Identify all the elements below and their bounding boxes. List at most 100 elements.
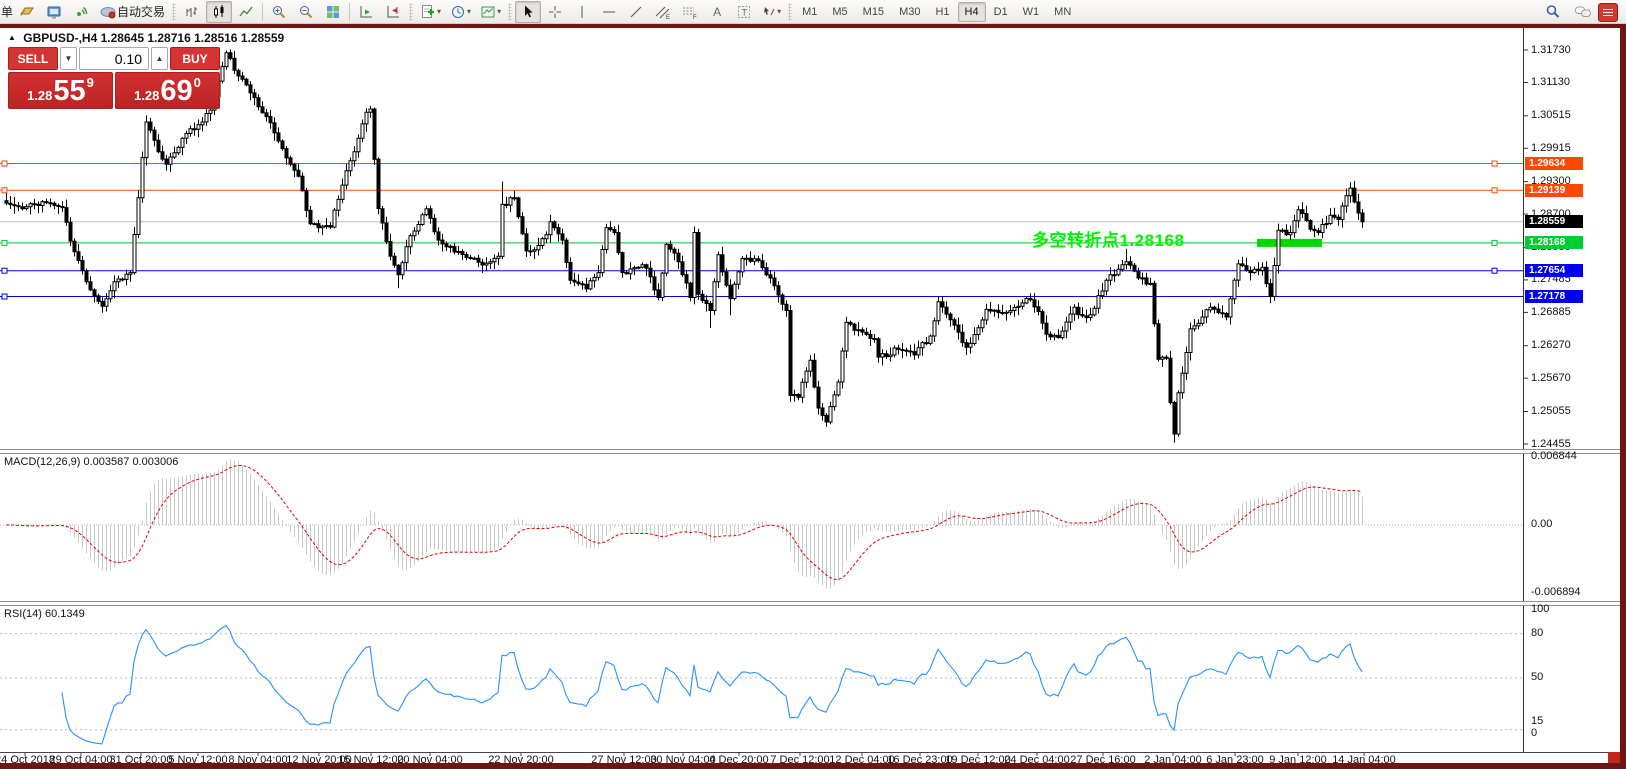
toolbar-separator (262, 3, 263, 21)
timeframe-toolbar: M1M5M15M30H1H4D1W1MN (795, 2, 1078, 22)
timeframe-button-m5[interactable]: M5 (825, 2, 854, 22)
turning-point-highlight-bar[interactable] (1257, 239, 1322, 247)
window-control-button[interactable] (1598, 3, 1618, 22)
chevron-down-icon: ▾ (437, 7, 441, 16)
toolbar-separator (349, 3, 350, 21)
chevron-down-icon: ▾ (497, 7, 501, 16)
chart-canvas[interactable] (0, 28, 1620, 763)
bar-chart-icon[interactable] (179, 1, 205, 23)
chart-window: ▲ GBPUSD-,H4 1.28645 1.28716 1.28516 1.2… (0, 28, 1620, 763)
volume-decrease-button[interactable]: ▼ (60, 47, 77, 70)
arrows-menu-button[interactable]: ▾ (758, 1, 785, 23)
rsi-window-separator[interactable] (0, 601, 1620, 606)
crosshair-tool-icon[interactable] (542, 1, 568, 23)
timeframe-button-m15[interactable]: M15 (856, 2, 891, 22)
toolbar-grip (508, 3, 512, 21)
zoom-out-icon[interactable] (293, 1, 319, 23)
sell-price-display[interactable]: 1.28559 (8, 72, 113, 109)
fibo-sub-label: F (693, 15, 697, 20)
horizontal-line-tool-icon[interactable] (596, 1, 622, 23)
window-frame-bottom (0, 763, 1626, 769)
buy-button[interactable]: BUY (170, 47, 220, 70)
chat-icon[interactable] (1570, 1, 1596, 23)
chevron-down-icon: ▾ (777, 7, 781, 16)
volume-input[interactable]: 0.10 (79, 47, 149, 70)
chart-shift-icon[interactable] (380, 1, 406, 23)
level-handle[interactable] (1492, 268, 1497, 273)
ohlc-high: 1.28716 (147, 31, 190, 45)
auto-trading-label: 自动交易 (117, 3, 165, 20)
main-toolbar: 单 自动交易 ▾ ▾ (0, 0, 1626, 24)
timeframe-button-h4[interactable]: H4 (958, 2, 986, 22)
new-order-icon[interactable] (14, 1, 40, 23)
level-handle[interactable] (1492, 240, 1497, 245)
window-frame-corner[interactable] (1608, 752, 1620, 763)
level-handle[interactable] (2, 240, 7, 245)
order-menu-label[interactable]: 单 (1, 3, 13, 20)
buy-price-int: 1.28 (134, 88, 159, 103)
macd-histogram (7, 459, 1363, 589)
label-tool-letter: T (742, 7, 748, 17)
signal-icon[interactable] (68, 1, 94, 23)
rsi-indicator-label: RSI(14) 60.1349 (4, 608, 85, 620)
sell-price-int: 1.28 (27, 88, 52, 103)
chevron-down-icon: ▾ (467, 7, 471, 16)
channel-sub-label: E (666, 15, 670, 20)
auto-trading-button[interactable]: 自动交易 (95, 1, 169, 23)
turning-point-annotation: 多空转折点1.28168 (1032, 226, 1184, 251)
vertical-line-tool-icon[interactable] (569, 1, 595, 23)
timeframe-button-m30[interactable]: M30 (892, 2, 927, 22)
line-chart-icon[interactable] (233, 1, 259, 23)
volume-increase-button[interactable]: ▲ (151, 47, 168, 70)
text-tool-icon[interactable]: A (704, 1, 730, 23)
level-handle[interactable] (2, 161, 7, 166)
collapse-panel-icon[interactable]: ▲ (8, 33, 16, 42)
periods-menu-button[interactable]: ▾ (446, 1, 475, 23)
macd-window-separator[interactable] (0, 449, 1620, 454)
ohlc-close: 1.28559 (241, 31, 284, 45)
level-handle[interactable] (2, 188, 7, 193)
buy-price-display[interactable]: 1.28690 (115, 72, 220, 109)
one-click-trading-panel: SELL ▼ 0.10 ▲ BUY 1.28559 1.28690 (8, 47, 220, 109)
buy-price-pips: 69 (160, 77, 192, 106)
terminal-icon[interactable] (41, 1, 67, 23)
timeframe-button-h1[interactable]: H1 (928, 2, 956, 22)
auto-scroll-icon[interactable] (353, 1, 379, 23)
label-tool-icon[interactable]: T (731, 1, 757, 23)
candlestick-chart-icon[interactable] (206, 1, 232, 23)
fibonacci-tool-icon[interactable]: F (677, 1, 703, 23)
search-icon[interactable] (1540, 1, 1566, 23)
ohlc-open: 1.28645 (101, 31, 144, 45)
level-handle[interactable] (1492, 161, 1497, 166)
sell-button[interactable]: SELL (8, 47, 58, 70)
trendline-tool-icon[interactable] (623, 1, 649, 23)
rsi-value: 60.1349 (45, 608, 85, 620)
macd-indicator-label: MACD(12,26,9) 0.003587 0.003006 (4, 456, 178, 468)
timeframe-button-d1[interactable]: D1 (987, 2, 1015, 22)
toolbar-grip (172, 3, 176, 21)
templates-menu-button[interactable]: ▾ (476, 1, 505, 23)
window-frame-top (0, 24, 1626, 28)
rsi-line (62, 626, 1362, 744)
ohlc-low: 1.28516 (194, 31, 237, 45)
macd-value: 0.003587 (83, 456, 129, 468)
level-handle[interactable] (2, 294, 7, 299)
macd-signal-line (6, 466, 1362, 580)
buy-price-point: 0 (194, 75, 201, 90)
toolbar-grip (788, 3, 792, 21)
cursor-tool-icon[interactable] (515, 1, 541, 23)
channel-tool-icon[interactable]: E (650, 1, 676, 23)
macd-signal-value: 0.003006 (132, 456, 178, 468)
timeframe-button-m1[interactable]: M1 (795, 2, 824, 22)
zoom-in-icon[interactable] (266, 1, 292, 23)
toolbar-grip (409, 3, 413, 21)
time-axis-line (0, 752, 1620, 753)
level-handle[interactable] (1492, 188, 1497, 193)
sell-price-point: 9 (87, 75, 94, 90)
indicators-menu-button[interactable]: ▾ (416, 1, 445, 23)
timeframe-button-w1[interactable]: W1 (1016, 2, 1047, 22)
timeframe-button-mn[interactable]: MN (1047, 2, 1078, 22)
level-handle[interactable] (2, 268, 7, 273)
sell-price-pips: 55 (53, 77, 85, 106)
tile-windows-icon[interactable] (320, 1, 346, 23)
